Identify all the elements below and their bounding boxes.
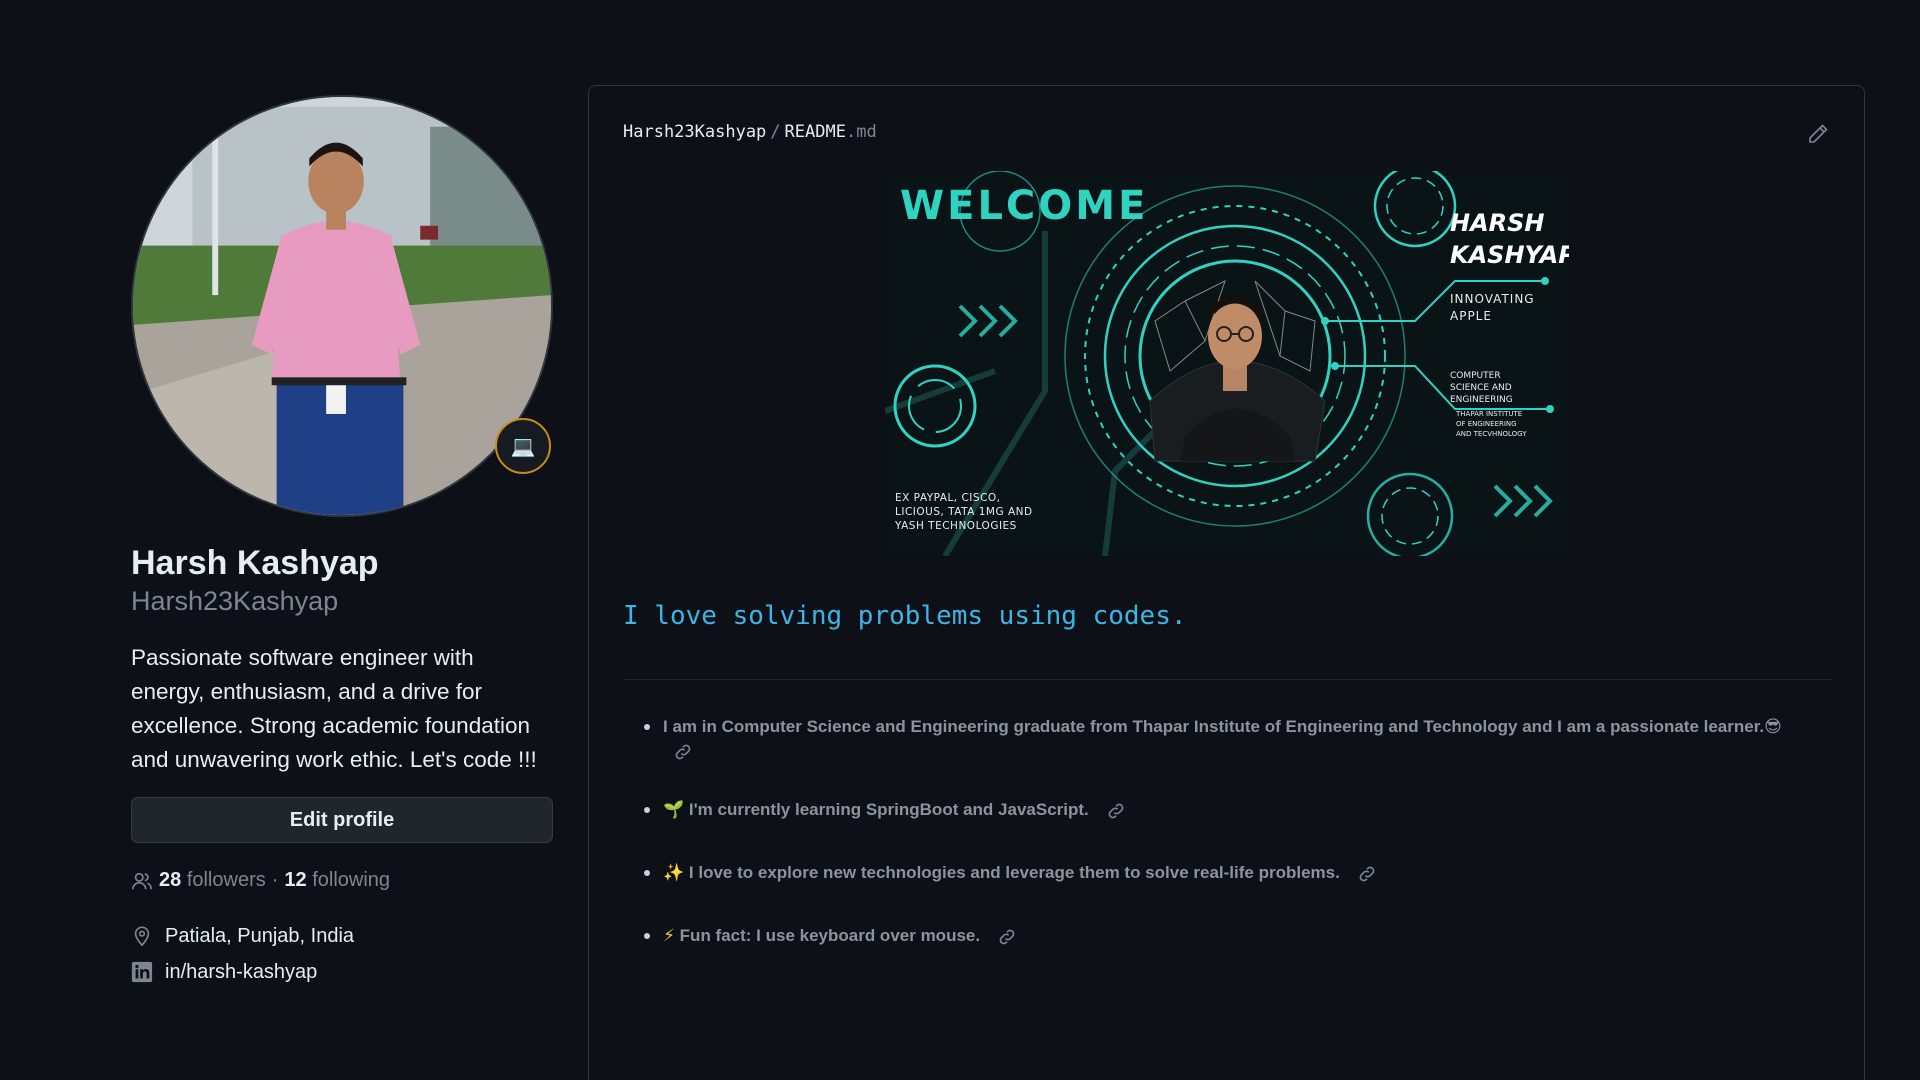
followers-count: 28: [159, 869, 182, 891]
readme-owner-link[interactable]: Harsh23Kashyap: [623, 122, 766, 142]
followers-link[interactable]: 28 followers: [159, 869, 266, 892]
banner-inst-line1: THAPAR INSTITUTE: [1455, 410, 1522, 418]
seedling-emoji-icon: 🌱: [663, 800, 685, 820]
list-item: 🌱 I'm currently learning SpringBoot and …: [644, 799, 1825, 821]
bullet-text: I love to explore new technologies and l…: [688, 863, 1340, 882]
banner-edu-line2: SCIENCE AND: [1450, 383, 1512, 393]
lightning-emoji-icon: ⚡: [663, 926, 675, 946]
banner-name-line1: HARSH: [1450, 209, 1545, 237]
banner-inst-line3: AND TECVHNOLOGY: [1456, 430, 1527, 438]
location-item: Patiala, Punjab, India: [131, 918, 553, 954]
breadcrumb-separator: /: [770, 122, 781, 142]
anchor-link-icon[interactable]: [997, 927, 1017, 947]
readme-file-name: README: [784, 122, 846, 142]
readme-banner-image: WELCOME HARSH KASHYAP INNOVATING APPLE C…: [885, 171, 1569, 556]
location-pin-icon: [131, 925, 153, 947]
banner-exp-line3: YASH TECHNOLOGIES: [894, 520, 1017, 532]
linkedin-icon: [131, 961, 153, 983]
linkedin-link[interactable]: in/harsh-kashyap: [165, 961, 317, 984]
follow-stats: 28 followers · 12 following: [131, 869, 553, 892]
banner-role-line2: APPLE: [1450, 309, 1492, 323]
sparkles-emoji-icon: ✨: [663, 863, 685, 883]
banner-role-line1: INNOVATING: [1450, 292, 1535, 306]
banner-edu-line1: COMPUTER: [1450, 371, 1501, 381]
following-label: following: [312, 869, 391, 891]
list-item: ✨ I love to explore new technologies and…: [644, 862, 1825, 884]
banner-exp-line2: LICIOUS, TATA 1MG AND: [895, 506, 1033, 518]
list-item: I am in Computer Science and Engineering…: [644, 716, 1825, 762]
people-icon: [131, 870, 153, 892]
edit-profile-button[interactable]: Edit profile: [131, 797, 553, 843]
readme-file-ext: .md: [845, 122, 877, 142]
profile-bio: Passionate software engineer with energy…: [131, 645, 537, 772]
anchor-link-icon[interactable]: [673, 742, 693, 762]
edit-readme-pencil-icon[interactable]: [1806, 122, 1830, 146]
following-count: 12: [284, 869, 307, 891]
readme-breadcrumb: Harsh23Kashyap / README.md: [623, 122, 877, 142]
avatar-photo: [133, 97, 551, 515]
avatar[interactable]: [131, 95, 553, 517]
avatar-container: 💻: [131, 95, 553, 517]
readme-file-link[interactable]: README.md: [785, 122, 877, 142]
profile-details: Patiala, Punjab, India in/harsh-kashyap: [131, 918, 553, 990]
bullet-text: Fun fact: I use keyboard over mouse.: [679, 926, 981, 945]
follow-separator: ·: [271, 869, 279, 891]
banner-exp-line1: EX PAYPAL, CISCO,: [895, 492, 1001, 504]
status-badge[interactable]: 💻: [495, 418, 551, 474]
profile-login: Harsh23Kashyap: [131, 586, 339, 616]
location-text: Patiala, Punjab, India: [165, 924, 355, 947]
linkedin-item[interactable]: in/harsh-kashyap: [131, 954, 553, 990]
readme-card: Harsh23Kashyap / README.md WELCOME HARSH…: [588, 85, 1865, 1080]
sunglasses-emoji-icon: 😎: [1764, 717, 1782, 737]
readme-bullet-list: I am in Computer Science and Engineering…: [644, 716, 1825, 988]
profile-sidebar: 💻 Harsh Kashyap Harsh23Kashyap Passionat…: [131, 95, 553, 990]
banner-name-line2: KASHYAP: [1450, 241, 1569, 269]
bullet-text: I'm currently learning SpringBoot and Ja…: [688, 800, 1089, 819]
profile-name: Harsh Kashyap: [131, 544, 379, 582]
banner-edu-line3: ENGINEERING: [1450, 395, 1513, 405]
laptop-emoji-icon: 💻: [510, 434, 536, 458]
readme-tagline: I love solving problems using codes.: [623, 601, 1187, 631]
banner-inst-line2: OF ENGINEERING: [1456, 420, 1517, 428]
followers-label: followers: [186, 869, 266, 891]
banner-welcome-text: WELCOME: [900, 183, 1148, 229]
anchor-link-icon[interactable]: [1357, 864, 1377, 884]
anchor-link-icon[interactable]: [1106, 801, 1126, 821]
readme-divider: [623, 679, 1831, 680]
list-item: ⚡ Fun fact: I use keyboard over mouse.: [644, 925, 1825, 947]
bullet-text: I am in Computer Science and Engineering…: [663, 717, 1765, 736]
following-link[interactable]: 12 following: [284, 869, 390, 892]
